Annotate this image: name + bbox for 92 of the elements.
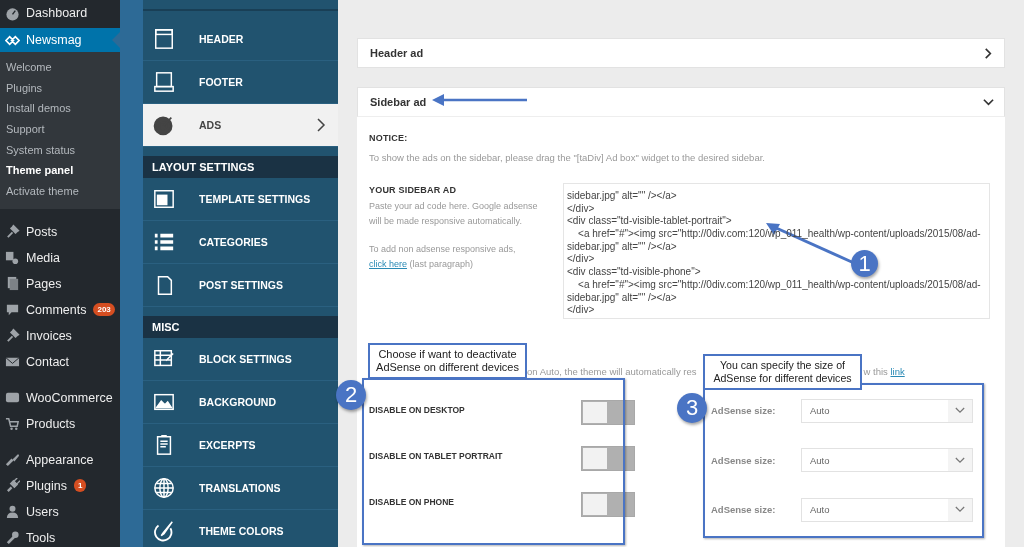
menu-label: ADS <box>199 119 223 131</box>
help-text: Paste your ad code here. Google adsense will be made responsive automatically. <box>369 200 539 228</box>
menu-label: Tools <box>26 530 56 545</box>
submenu-item[interactable]: Welcome <box>0 57 120 78</box>
menu-label: WooCommerce <box>26 390 113 405</box>
size-label: AdSense size: <box>711 504 777 516</box>
code-line: <div class="td-visible-tablet-portrait"> <box>567 215 732 229</box>
section-heading: MISC <box>143 316 338 338</box>
submenu-item[interactable]: Theme panel <box>0 160 120 182</box>
panel-menu-item[interactable]: TEMPLATE SETTINGS <box>143 178 338 221</box>
size-notice-text: on Auto, the theme will automatically res <box>527 366 697 378</box>
menu-label: Appearance <box>26 452 94 467</box>
callout-text: You can specify the size of AdSense for different devices <box>703 354 862 390</box>
submenu-item[interactable]: Activate theme <box>0 181 120 202</box>
menu-label: HEADER <box>199 33 245 45</box>
size-notice-text: w this link <box>863 366 905 378</box>
callout-text: Choose if want to deactivate AdSense on different devices <box>368 343 527 379</box>
admin-menu-item[interactable]: Appearance <box>0 446 120 473</box>
code-line: <div class="td-visible-phone"> <box>567 266 701 279</box>
menu-label: Contact <box>26 354 70 369</box>
accordion-header[interactable]: Sidebar ad <box>357 87 1005 117</box>
count-badge: 1 <box>74 479 87 493</box>
menu-label: Dashboard <box>26 6 88 20</box>
size-dropdown[interactable]: Auto <box>801 497 973 522</box>
step-number: 2 <box>336 380 366 410</box>
help-text: To add non adsense responsive ads, click here (last paragraph) <box>369 243 517 271</box>
admin-menu-item[interactable]: Posts <box>0 218 120 245</box>
submenu-item[interactable]: Plugins <box>0 77 120 99</box>
size-label: AdSense size: <box>711 454 777 466</box>
count-badge: 203 <box>93 303 115 317</box>
submenu-item[interactable]: Install demos <box>0 98 120 120</box>
help-link[interactable]: click here <box>369 258 407 269</box>
panel-menu-item[interactable]: CATEGORIES <box>143 221 338 264</box>
menu-label: Comments <box>26 302 87 317</box>
admin-menu-item[interactable]: Users <box>0 498 120 525</box>
toggle-label: DISABLE ON TABLET PORTRAIT <box>369 450 503 461</box>
code-line: sidebar.jpg" alt="" /></a> <box>567 291 677 305</box>
accordion-header[interactable]: Header ad <box>357 38 1005 68</box>
menu-label: FOOTER <box>199 76 244 88</box>
admin-menu-item[interactable]: Tools <box>0 524 120 547</box>
panel-menu-item[interactable]: HEADER <box>143 18 338 61</box>
submenu-item[interactable]: Support <box>0 119 120 140</box>
admin-menu-item[interactable]: Dashboard <box>0 0 120 26</box>
menu-label: BLOCK SETTINGS <box>199 353 293 365</box>
admin-menu-item[interactable]: Newsmag <box>0 28 120 52</box>
menu-label: THEME COLORS <box>199 525 285 537</box>
code-line: </div> <box>567 202 595 216</box>
panel-menu-item[interactable]: BLOCK SETTINGS <box>143 338 338 381</box>
notice-label: NOTICE: <box>369 133 409 143</box>
code-line: </div> <box>567 253 595 267</box>
menu-label: Media <box>26 250 61 265</box>
notice-text: To show the ads on the sidebar, please drag the "[taDiv] Ad box" widget to the desired sidebar. <box>369 152 766 163</box>
section-heading: LAYOUT SETTINGS <box>143 156 338 178</box>
admin-menu-item[interactable]: Media <box>0 244 120 271</box>
admin-menu-item[interactable]: WooCommerce <box>0 384 120 411</box>
menu-label: Products <box>26 416 76 431</box>
menu-label: TRANSLATIONS <box>199 482 282 494</box>
code-line: </div> <box>567 304 595 317</box>
admin-menu-item[interactable]: Plugins 1 <box>0 472 120 499</box>
size-dropdown[interactable]: Auto <box>801 398 973 423</box>
size-link[interactable]: link <box>890 366 905 377</box>
panel-menu-item[interactable]: BACKGROUND <box>143 381 338 424</box>
size-dropdown[interactable]: Auto <box>801 448 973 473</box>
menu-label: BACKGROUND <box>199 396 277 408</box>
code-line: sidebar.jpg" alt="" /></a> <box>567 240 677 254</box>
admin-menu-item[interactable]: Pages <box>0 270 120 297</box>
menu-label: Invoices <box>26 328 72 343</box>
code-line: sidebar.jpg" alt="" /></a> <box>567 190 677 203</box>
menu-label: EXCERPTS <box>199 439 257 451</box>
admin-menu-item[interactable]: Contact <box>0 348 120 375</box>
panel-menu-item[interactable]: THEME COLORS <box>143 510 338 547</box>
menu-label: TEMPLATE SETTINGS <box>199 193 312 205</box>
admin-menu-item[interactable]: Invoices <box>0 322 120 349</box>
menu-label: Posts <box>26 224 58 239</box>
admin-menu-item[interactable]: Comments 203 <box>0 296 120 323</box>
panel-menu-item[interactable]: TRANSLATIONS <box>143 467 338 510</box>
toggle-label: DISABLE ON PHONE <box>369 496 454 507</box>
toggle-label: DISABLE ON DESKTOP <box>369 404 465 415</box>
menu-label: Newsmag <box>26 33 82 47</box>
panel-menu-item[interactable]: EXCERPTS <box>143 424 338 467</box>
menu-label: Plugins <box>26 478 67 493</box>
admin-menu-item[interactable]: Products <box>0 410 120 437</box>
panel-menu-item[interactable]: POST SETTINGS <box>143 264 338 307</box>
submenu-item[interactable]: System status <box>0 139 120 161</box>
menu-label: Users <box>26 504 59 519</box>
panel-menu-item[interactable]: ADS <box>143 104 338 147</box>
menu-label: CATEGORIES <box>199 236 269 248</box>
menu-label: Pages <box>26 276 62 291</box>
menu-label: POST SETTINGS <box>199 279 284 291</box>
size-label: AdSense size: <box>711 405 777 417</box>
code-line: <a href="#"><img src="http://0div.com:120/wp_011_health/wp-content/uploads/2015/08/ad- <box>577 278 981 292</box>
field-label: YOUR SIDEBAR AD <box>369 185 458 195</box>
